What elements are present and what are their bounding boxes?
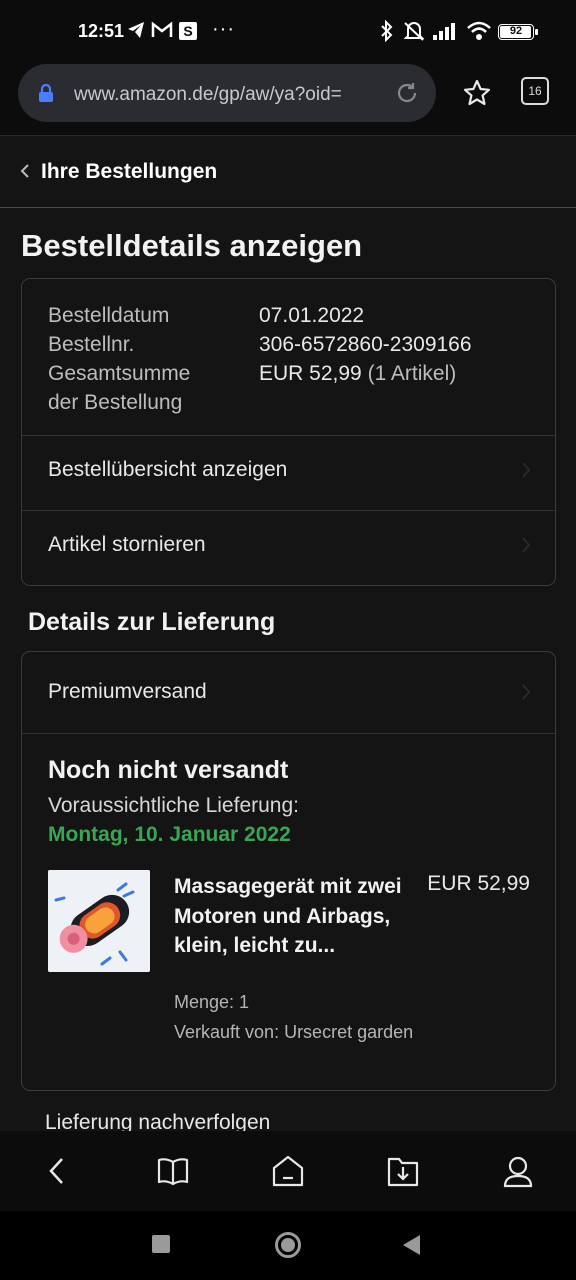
profile-icon[interactable] (502, 1153, 534, 1189)
order-total-label: Gesamtsumme (48, 362, 191, 385)
home-button[interactable] (275, 1232, 301, 1258)
sim-badge: S (179, 22, 197, 40)
delivery-card: Premiumversand Noch nicht versandt Vorau… (21, 651, 556, 1091)
order-date-value: 07.01.2022 (259, 304, 365, 327)
chevron-right-icon (522, 537, 531, 553)
back-link[interactable]: Ihre Bestellungen (0, 136, 576, 208)
product-price: EUR 52,99 (427, 872, 530, 895)
product-title-link[interactable]: Massagegerät mit zwei Motoren und Airbag… (174, 872, 404, 961)
order-number-label: Bestellnr. (48, 333, 135, 356)
bluetooth-icon (381, 20, 393, 42)
chevron-right-icon (522, 684, 531, 700)
lock-icon (39, 83, 53, 102)
reload-icon[interactable] (394, 80, 420, 106)
eta-date: Montag, 10. Januar 2022 (48, 823, 291, 846)
track-package-link[interactable]: Lieferung nachverfolgen (45, 1111, 270, 1131)
order-info-card: Bestelldatum 07.01.2022 Bestellnr. 306-657… (21, 278, 556, 586)
status-bar: 12:51 S ··· 92 (0, 0, 576, 62)
product-seller: Verkauft von: Ursecret garden (174, 1022, 414, 1042)
divider (22, 510, 555, 511)
page-content: Ihre Bestellungen Bestelldetails anzeige… (0, 136, 576, 1131)
product-image[interactable] (48, 870, 150, 972)
shipment-status: Noch nicht versandt (48, 756, 289, 784)
divider (22, 733, 555, 734)
star-icon[interactable] (462, 78, 492, 108)
chevron-left-icon (20, 164, 29, 178)
home-icon[interactable] (271, 1153, 305, 1189)
silent-icon (403, 22, 425, 41)
eta-label: Voraussichtliche Lieferung: (48, 794, 299, 817)
order-total-amount: EUR 52,99 (259, 362, 362, 385)
telegram-icon (128, 22, 144, 38)
order-total-value: EUR 52,99 (1 Artikel) (259, 359, 456, 388)
battery-indicator: 92 (498, 24, 538, 40)
order-summary-link[interactable]: Bestellübersicht anzeigen (48, 458, 287, 482)
order-total-label-cont: der Bestellung (48, 391, 183, 414)
more-notifications: ··· (212, 18, 235, 40)
signal-icon (433, 23, 455, 40)
page-title: Bestelldetails anzeigen (21, 228, 363, 263)
order-date-label: Bestelldatum (48, 304, 170, 327)
chevron-right-icon (522, 462, 531, 478)
delivery-heading: Details zur Lieferung (28, 608, 276, 636)
address-bar[interactable]: www.amazon.de/gp/aw/ya?oid= (18, 64, 436, 122)
battery-level: 92 (509, 25, 523, 37)
download-icon[interactable] (386, 1153, 420, 1189)
tab-switcher-button[interactable]: 16 (521, 77, 549, 105)
browser-toolbar: www.amazon.de/gp/aw/ya?oid= 16 (0, 62, 576, 136)
system-back-button[interactable] (403, 1235, 420, 1255)
back-icon[interactable] (44, 1153, 70, 1189)
order-number-value: 306-6572860-2309166 (259, 333, 472, 356)
order-item-count: (1 Artikel) (367, 362, 457, 385)
recents-button[interactable] (152, 1235, 170, 1253)
gmail-icon (151, 21, 173, 37)
shipping-method-link[interactable]: Premiumversand (48, 680, 207, 704)
back-link-label[interactable]: Ihre Bestellungen (41, 160, 217, 184)
product-quantity: Menge: 1 (174, 992, 250, 1012)
browser-bottom-nav (0, 1131, 576, 1211)
wifi-icon (467, 21, 491, 40)
cancel-items-link[interactable]: Artikel stornieren (48, 533, 206, 557)
system-nav-bar (0, 1211, 576, 1280)
book-icon[interactable] (156, 1153, 190, 1189)
divider (22, 435, 555, 436)
clock: 12:51 (78, 21, 125, 41)
url-text[interactable]: www.amazon.de/gp/aw/ya?oid= (74, 84, 386, 106)
